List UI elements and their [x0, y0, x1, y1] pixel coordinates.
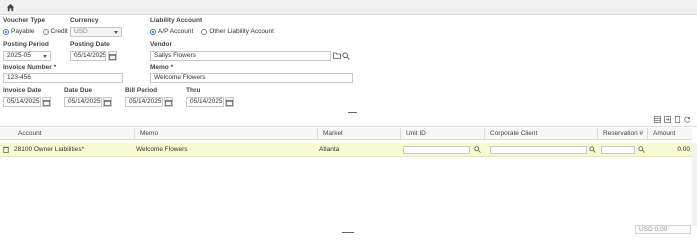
radio-selected-icon	[3, 28, 9, 35]
date-due-label: Date Due	[64, 87, 93, 94]
bill-period-label: Bill Period	[125, 87, 158, 94]
column-header-unit-id[interactable]: Unit ID	[402, 128, 485, 140]
vendor-label: Vendor	[150, 41, 173, 48]
invoice-date-label: Invoice Date	[3, 87, 42, 94]
grid-scrollbar[interactable]	[692, 143, 697, 226]
top-bar	[0, 0, 697, 15]
grid-total: USD 0.00	[635, 225, 691, 234]
bottom-splitter[interactable]	[342, 232, 354, 233]
chevron-down-icon	[43, 55, 47, 58]
line-items-grid	[0, 126, 697, 226]
vendor-input[interactable]: Sallys Flowers	[150, 51, 331, 61]
bill-period-input[interactable]: 05/14/2025	[125, 97, 163, 107]
voucher-type-credit-radio[interactable]: Credit	[42, 28, 68, 35]
reservation-input[interactable]	[601, 146, 635, 154]
folder-icon[interactable]	[332, 51, 341, 60]
voucher-type-radio-group: Payable Credit	[3, 28, 76, 35]
voucher-type-label: Voucher Type	[3, 17, 46, 24]
liability-account-label: Liability Account	[150, 17, 203, 24]
invoice-date-input[interactable]: 05/14/2025	[3, 97, 41, 107]
radio-unselected-icon	[201, 28, 208, 35]
radio-label: Credit	[50, 28, 68, 35]
currency-label: Currency	[70, 17, 99, 24]
cell-amount[interactable]: 0.00	[665, 145, 690, 155]
memo-label: Memo *	[150, 64, 174, 71]
liability-ap-account-radio[interactable]: A/P Account	[150, 28, 193, 35]
liability-account-radio-group: A/P Account Other Liability Account	[150, 28, 282, 35]
chevron-down-icon	[114, 31, 118, 34]
column-header-corporate-client[interactable]: Corporate Client	[486, 128, 598, 140]
search-icon[interactable]	[474, 146, 481, 156]
export-icon[interactable]	[664, 116, 671, 125]
posting-period-value: 2025-05	[7, 52, 31, 59]
calendar-icon[interactable]	[103, 97, 112, 107]
home-icon[interactable]	[6, 3, 15, 12]
cell-account[interactable]: 28100 Owner Liabilities*	[14, 145, 84, 155]
invoice-number-label: Invoice Number *	[3, 64, 57, 71]
refresh-icon[interactable]	[684, 116, 691, 125]
radio-selected-icon	[150, 28, 156, 35]
thru-label: Thru	[186, 87, 201, 94]
column-header-market[interactable]: Market	[319, 128, 401, 140]
currency-select[interactable]: USD	[70, 27, 122, 37]
radio-label: Other Liability Account	[209, 28, 274, 35]
thru-input[interactable]: 05/14/2025	[186, 97, 224, 107]
cell-memo[interactable]: Welcome Flowers	[136, 145, 188, 155]
calendar-icon[interactable]	[42, 97, 51, 107]
radio-label: A/P Account	[158, 28, 194, 35]
radio-unselected-icon	[42, 28, 49, 35]
posting-period-label: Posting Period	[3, 41, 49, 48]
column-header-memo[interactable]: Memo	[136, 128, 318, 140]
cell-market[interactable]: Atlanta	[319, 145, 339, 155]
column-header-amount[interactable]: Amount	[649, 128, 692, 140]
trash-icon[interactable]	[3, 146, 9, 156]
currency-value: USD	[74, 28, 88, 35]
date-due-input[interactable]: 05/14/2025	[64, 97, 102, 107]
corporate-client-input[interactable]	[490, 146, 587, 154]
column-header-reservation[interactable]: Reservation #	[599, 128, 648, 140]
grid-toolbar	[654, 116, 691, 125]
calendar-icon[interactable]	[108, 51, 117, 61]
form-grid-splitter[interactable]	[348, 112, 357, 113]
memo-input[interactable]: Welcome Flowers	[150, 73, 353, 83]
voucher-type-payable-radio[interactable]: Payable	[3, 28, 35, 35]
columns-icon[interactable]	[654, 116, 661, 125]
liability-other-account-radio[interactable]: Other Liability Account	[201, 28, 274, 35]
search-icon[interactable]	[341, 51, 350, 60]
invoice-number-input[interactable]: 123-456	[3, 73, 123, 83]
unit-id-input[interactable]	[403, 146, 470, 154]
copy-icon[interactable]	[674, 116, 681, 125]
posting-period-select[interactable]: 2025-05	[3, 51, 51, 61]
column-header-account[interactable]: Account	[14, 128, 135, 140]
calendar-icon[interactable]	[164, 97, 173, 107]
posting-date-input[interactable]: 05/14/2025	[70, 51, 106, 61]
search-icon[interactable]	[638, 146, 645, 156]
radio-label: Payable	[11, 28, 35, 35]
search-icon[interactable]	[589, 146, 596, 156]
posting-date-label: Posting Date	[70, 41, 110, 48]
calendar-icon[interactable]	[225, 97, 234, 107]
